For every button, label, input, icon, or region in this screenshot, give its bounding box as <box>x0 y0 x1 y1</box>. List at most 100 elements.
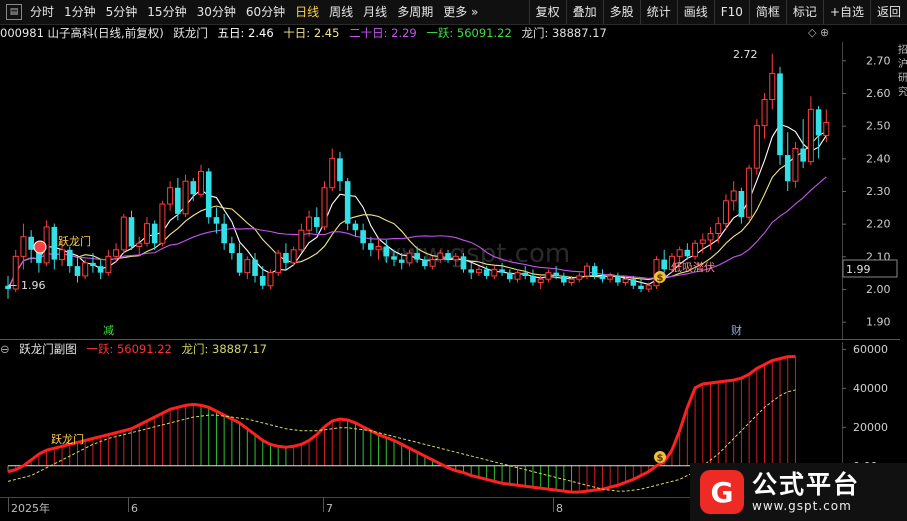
candle-body <box>51 226 58 260</box>
yue-longmen-signal: 跃龙门 <box>58 234 91 248</box>
candle-body <box>499 269 505 273</box>
candle-body <box>568 278 575 283</box>
candle-body <box>97 266 104 273</box>
candle-body <box>422 259 428 267</box>
candle-body <box>259 275 266 286</box>
candle-body <box>113 249 120 257</box>
candle-body <box>699 239 706 244</box>
candle-body <box>128 217 135 247</box>
candle-body <box>507 272 513 280</box>
candle-body <box>645 285 652 290</box>
candle-body <box>352 223 359 231</box>
candle-body <box>267 272 274 287</box>
main-tick-label: 2.40 <box>866 152 891 165</box>
candle-body <box>182 180 189 215</box>
candle-body <box>360 230 366 244</box>
candle-body <box>692 242 699 257</box>
main-tick-mark <box>842 93 846 94</box>
candle-body <box>244 259 251 274</box>
main-tick-mark <box>842 158 846 160</box>
time-tick-mark <box>553 498 554 512</box>
candle-body <box>607 275 614 280</box>
jian-marker: 减 <box>103 324 114 337</box>
current-price-label: 1.99 <box>846 263 871 276</box>
candle-body <box>815 109 822 136</box>
candle-body <box>283 253 289 263</box>
candle-body <box>684 249 691 257</box>
buy-signal-icon <box>33 240 47 254</box>
candle-body <box>120 216 127 251</box>
candle-body <box>205 171 212 218</box>
candle-body <box>460 256 467 270</box>
time-label: 8 <box>556 502 563 515</box>
candle-body <box>615 275 621 283</box>
candle-body <box>229 243 235 254</box>
candle-body <box>715 223 722 234</box>
candle-body <box>553 272 559 276</box>
candle-body <box>599 275 606 280</box>
candle-body <box>475 268 482 274</box>
candle-body <box>707 232 714 241</box>
candle-body <box>221 223 227 244</box>
candle-body <box>630 279 637 286</box>
candle-body <box>445 253 451 260</box>
candle-body <box>483 269 490 276</box>
main-tick-mark <box>842 60 846 62</box>
candle-body <box>622 278 629 283</box>
candle-body <box>236 253 243 273</box>
main-tick-mark <box>842 256 846 258</box>
sub-tick-mark <box>842 387 846 389</box>
gspt-badge: G 公式平台 www.gspt.com <box>690 463 907 521</box>
candle-body <box>545 272 552 280</box>
candle-body <box>522 272 529 276</box>
sub-lines <box>7 355 796 494</box>
candle-body <box>143 223 150 244</box>
sub-tick-mark <box>842 426 846 428</box>
candle-body <box>90 262 96 267</box>
candle-body <box>175 187 181 214</box>
candle-body <box>66 249 73 267</box>
candle-body <box>213 217 220 224</box>
sub-tick-label: 20000 <box>853 421 888 434</box>
candle-body <box>530 275 536 283</box>
sub-tick-mark <box>842 348 846 350</box>
main-tick-mark <box>842 289 846 290</box>
candle-body <box>82 262 89 277</box>
main-tick-label: 2.50 <box>866 120 891 133</box>
main-tick-mark <box>842 223 846 225</box>
candle-body <box>275 252 282 274</box>
candle-body <box>661 259 667 270</box>
main-tick-mark <box>842 321 846 323</box>
money-bag-glyph: $ <box>657 453 664 464</box>
candle-body <box>20 236 27 257</box>
candle-body <box>136 242 143 248</box>
candle-body <box>252 259 258 276</box>
time-axis: 2025年 6 7 8 <box>8 498 563 515</box>
candle-body <box>792 148 799 182</box>
main-tick-label: 1.90 <box>866 316 891 329</box>
sub-y-axis: 6000040000200000.00 <box>842 343 888 473</box>
candle-body <box>391 256 397 260</box>
gspt-logo-icon: G <box>700 470 744 514</box>
candle-body <box>738 191 745 218</box>
main-axis-line <box>842 42 843 339</box>
kline-chart[interactable]: www.gspt.com 2.702.602.502.402.302.202.1… <box>0 0 907 521</box>
candle-body <box>746 167 753 218</box>
candle-body <box>823 121 830 136</box>
main-tick-label: 2.30 <box>866 185 891 198</box>
candle-body <box>769 72 776 101</box>
time-label: 6 <box>131 502 138 515</box>
candle-body <box>576 275 583 280</box>
candle-body <box>514 272 521 280</box>
candle-body <box>298 229 305 251</box>
main-tick-label: 2.00 <box>866 283 891 296</box>
candle-body <box>429 259 436 267</box>
main-tick-label: 2.70 <box>866 54 891 67</box>
candle-body <box>306 216 313 231</box>
money-bag-glyph: $ <box>657 273 664 284</box>
candle-body <box>676 249 683 257</box>
candle-body <box>777 73 783 156</box>
time-tick-mark <box>323 498 324 512</box>
candle-body <box>368 243 374 250</box>
candle-body <box>314 217 320 227</box>
